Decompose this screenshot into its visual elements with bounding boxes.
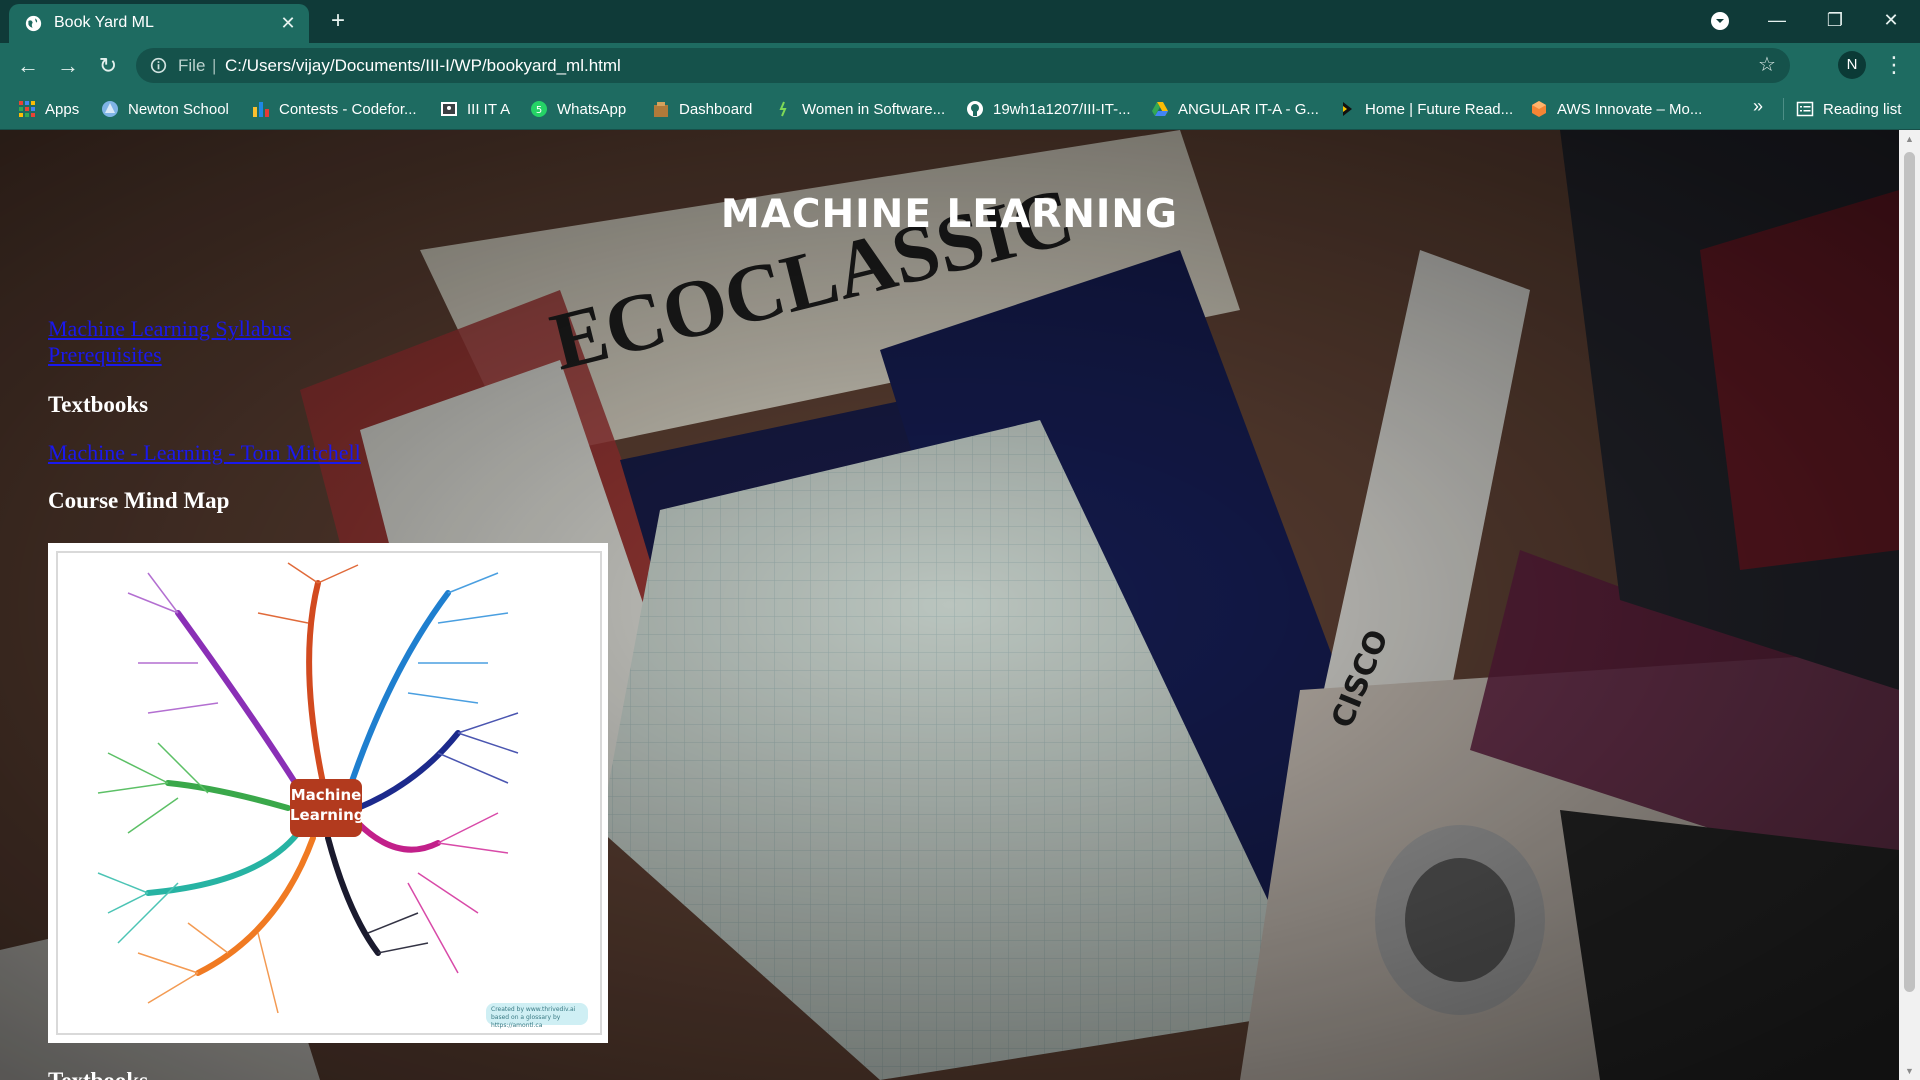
mind-map-center-node: Machine Learning	[290, 779, 365, 837]
bookmarks-bar: Apps Newton School Contests - Codefor...…	[0, 88, 1920, 130]
info-icon[interactable]	[150, 57, 167, 74]
vertical-scrollbar[interactable]: ▲ ▼	[1899, 130, 1920, 1080]
tab-strip: Book Yard ML ✕ + — ❐ ✕	[0, 0, 1920, 43]
apps-grid-icon	[19, 101, 35, 117]
bookmark-newton-school[interactable]: Newton School	[101, 98, 229, 120]
page-viewport: ECOCLASSIC CISCO MACHINE LEARNING Machin…	[0, 130, 1899, 1080]
women-in-software-icon	[779, 101, 787, 117]
textbooks-heading-lower: Textbooks	[48, 1068, 148, 1080]
bookmark-label: 19wh1a1207/III-IT-...	[993, 100, 1131, 118]
syllabus-link[interactable]: Machine Learning Syllabus	[48, 316, 361, 342]
svg-text:5: 5	[536, 105, 542, 116]
bookmark-label: AWS Innovate – Mo...	[1557, 100, 1703, 118]
globe-icon	[25, 15, 42, 32]
scrollbar-thumb[interactable]	[1904, 152, 1915, 992]
reload-icon[interactable]: ↻	[94, 52, 122, 80]
classroom-icon	[441, 102, 457, 116]
bookmark-label: WhatsApp	[557, 100, 627, 118]
new-tab-button[interactable]: +	[325, 8, 351, 34]
mind-map-image: Machine Learning Created by www.thrivedi…	[48, 543, 608, 1043]
bookmark-label: Apps	[45, 100, 80, 118]
restore-icon[interactable]: ❐	[1806, 0, 1864, 40]
codeforces-icon	[253, 102, 269, 117]
page-title: MACHINE LEARNING	[720, 192, 1179, 237]
url-scheme-label: File	[178, 56, 206, 75]
course-mind-map-heading: Course Mind Map	[48, 488, 230, 513]
mind-map-credit: Created by www.thrivediv.ai based on a g…	[486, 1003, 588, 1029]
bookmark-future-ready[interactable]: Home | Future Read...	[1338, 98, 1513, 120]
future-ready-icon	[1343, 102, 1352, 116]
bookmark-codeforces[interactable]: Contests - Codefor...	[252, 98, 417, 120]
url-separator: |	[212, 56, 217, 75]
active-tab[interactable]: Book Yard ML ✕	[9, 4, 309, 43]
bookmark-women-in-software[interactable]: Women in Software...	[775, 98, 945, 120]
profile-avatar[interactable]: N	[1838, 51, 1866, 79]
bookmark-star-icon[interactable]: ☆	[1756, 54, 1778, 76]
back-arrow-icon[interactable]: ←	[14, 52, 42, 80]
tab-title: Book Yard ML	[54, 14, 154, 31]
tab-search-icon[interactable]	[1710, 11, 1730, 31]
prerequisites-link[interactable]: Prerequisites	[48, 342, 361, 368]
bookmark-aws-innovate[interactable]: AWS Innovate – Mo...	[1530, 98, 1702, 120]
bookmarks-divider	[1783, 98, 1784, 120]
bookmark-label: Newton School	[128, 100, 229, 118]
minimize-icon[interactable]: —	[1748, 0, 1806, 40]
bookmark-iii-it-a[interactable]: III IT A	[440, 98, 510, 120]
reading-list-label: Reading list	[1823, 100, 1902, 118]
whatsapp-icon: 5	[531, 101, 547, 117]
reading-list-icon	[1796, 101, 1814, 117]
bookmark-angular-drive[interactable]: ANGULAR IT-A - G...	[1151, 98, 1319, 120]
newton-school-icon	[102, 101, 118, 117]
google-drive-icon	[1152, 102, 1168, 116]
bookmark-label: Women in Software...	[802, 100, 946, 118]
bookmark-github[interactable]: 19wh1a1207/III-IT-...	[966, 98, 1131, 120]
scroll-down-arrow-icon[interactable]: ▼	[1904, 1066, 1915, 1076]
main-content: Machine Learning Syllabus Prerequisites …	[48, 316, 361, 514]
github-icon	[967, 101, 983, 117]
window-close-icon[interactable]: ✕	[1862, 0, 1920, 40]
kebab-menu-icon[interactable]: ⋮	[1883, 50, 1905, 80]
bookmark-label: Home | Future Read...	[1365, 100, 1514, 118]
browser-toolbar: ← → ↻ File | C:/Users/vijay/Documents/II…	[0, 43, 1920, 88]
url-text[interactable]: C:/Users/vijay/Documents/III-I/WP/bookya…	[225, 56, 621, 76]
more-bookmarks-chevron-icon[interactable]: »	[1753, 96, 1763, 117]
bookmark-label: ANGULAR IT-A - G...	[1178, 100, 1319, 118]
scroll-up-arrow-icon[interactable]: ▲	[1904, 134, 1915, 144]
bookmark-whatsapp[interactable]: 5 WhatsApp	[530, 98, 626, 120]
aws-icon	[1532, 101, 1546, 117]
bookmark-apps[interactable]: Apps	[18, 98, 79, 120]
bookmark-label: III IT A	[467, 100, 511, 118]
textbook-tom-mitchell-link[interactable]: Machine - Learning - Tom Mitchell	[48, 440, 361, 466]
bookmark-label: Contests - Codefor...	[279, 100, 417, 118]
address-bar[interactable]: File | C:/Users/vijay/Documents/III-I/WP…	[136, 48, 1790, 83]
reading-list-button[interactable]: Reading list	[1796, 98, 1901, 120]
bookmark-label: Dashboard	[679, 100, 753, 118]
close-tab-icon[interactable]: ✕	[277, 12, 299, 34]
forward-arrow-icon[interactable]: →	[54, 52, 82, 80]
bookmark-dashboard[interactable]: Dashboard	[652, 98, 752, 120]
dashboard-icon	[654, 102, 668, 117]
textbooks-heading: Textbooks	[48, 392, 149, 417]
mind-map-frame: Machine Learning Created by www.thrivedi…	[56, 551, 602, 1035]
